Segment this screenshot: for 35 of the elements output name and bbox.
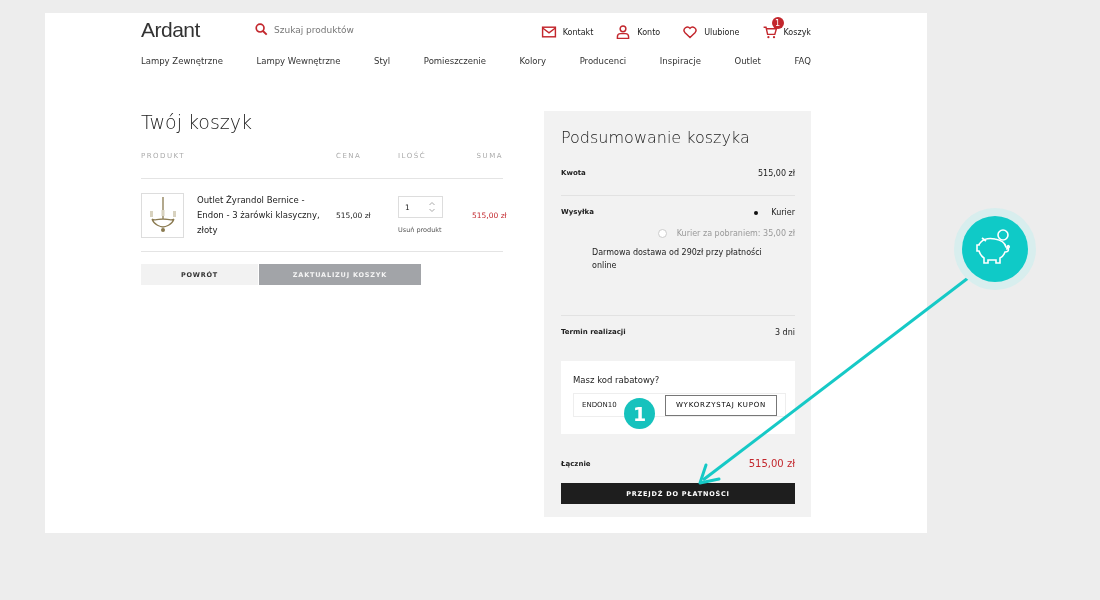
stepper-icon xyxy=(428,200,436,214)
shipping-option[interactable]: Kurier xyxy=(751,208,795,217)
header-link[interactable]: Konto xyxy=(615,17,661,42)
nav-link[interactable]: Lampy Zewnętrzne xyxy=(141,56,223,66)
logo[interactable]: Ardant xyxy=(141,17,255,42)
nav-link[interactable]: FAQ xyxy=(794,56,811,66)
search-icon xyxy=(255,23,268,36)
header-link[interactable]: 1 Koszyk xyxy=(761,17,811,42)
search-field[interactable]: Szukaj produktów xyxy=(274,24,454,35)
total-value: 515,00 zł xyxy=(748,458,795,469)
page-title: Twój koszyk xyxy=(141,111,253,133)
summary-title: Podsumowanie koszyka xyxy=(561,128,751,147)
nav-link[interactable]: Kolory xyxy=(519,56,546,66)
nav-link[interactable]: Inspiracje xyxy=(659,56,701,66)
heart-icon xyxy=(682,24,699,40)
product-image xyxy=(141,192,184,238)
nav-link[interactable]: Producenci xyxy=(579,56,627,66)
header-link[interactable]: Kontakt xyxy=(540,17,594,42)
cart-count-badge: 1 xyxy=(771,17,784,29)
nav-link[interactable]: Styl xyxy=(374,56,391,66)
delivery-value: 3 dni xyxy=(775,328,795,337)
user-icon xyxy=(615,24,632,40)
radio-button[interactable] xyxy=(657,229,667,238)
nav-link[interactable]: Pomieszczenie xyxy=(423,56,486,66)
header-link[interactable]: Ulubione xyxy=(682,17,740,42)
coupon-label: Masz kod rabatowy? xyxy=(573,375,661,385)
piggy-bank-icon xyxy=(954,208,1036,290)
radio-button[interactable] xyxy=(754,210,759,215)
nav-link[interactable]: Lampy Wewnętrzne xyxy=(256,56,341,66)
nav-link[interactable]: Outlet xyxy=(734,56,761,66)
product-name[interactable]: Outlet Żyrandol Bernice - Endon - 3 żarówki klasyczny, złoty xyxy=(197,192,322,238)
mail-icon xyxy=(540,24,557,40)
shipping-note: Darmowa dostawa od 290zł przy płatności online xyxy=(592,246,763,272)
amount-value: 515,00 zł xyxy=(758,169,795,178)
cart-icon xyxy=(761,24,778,40)
